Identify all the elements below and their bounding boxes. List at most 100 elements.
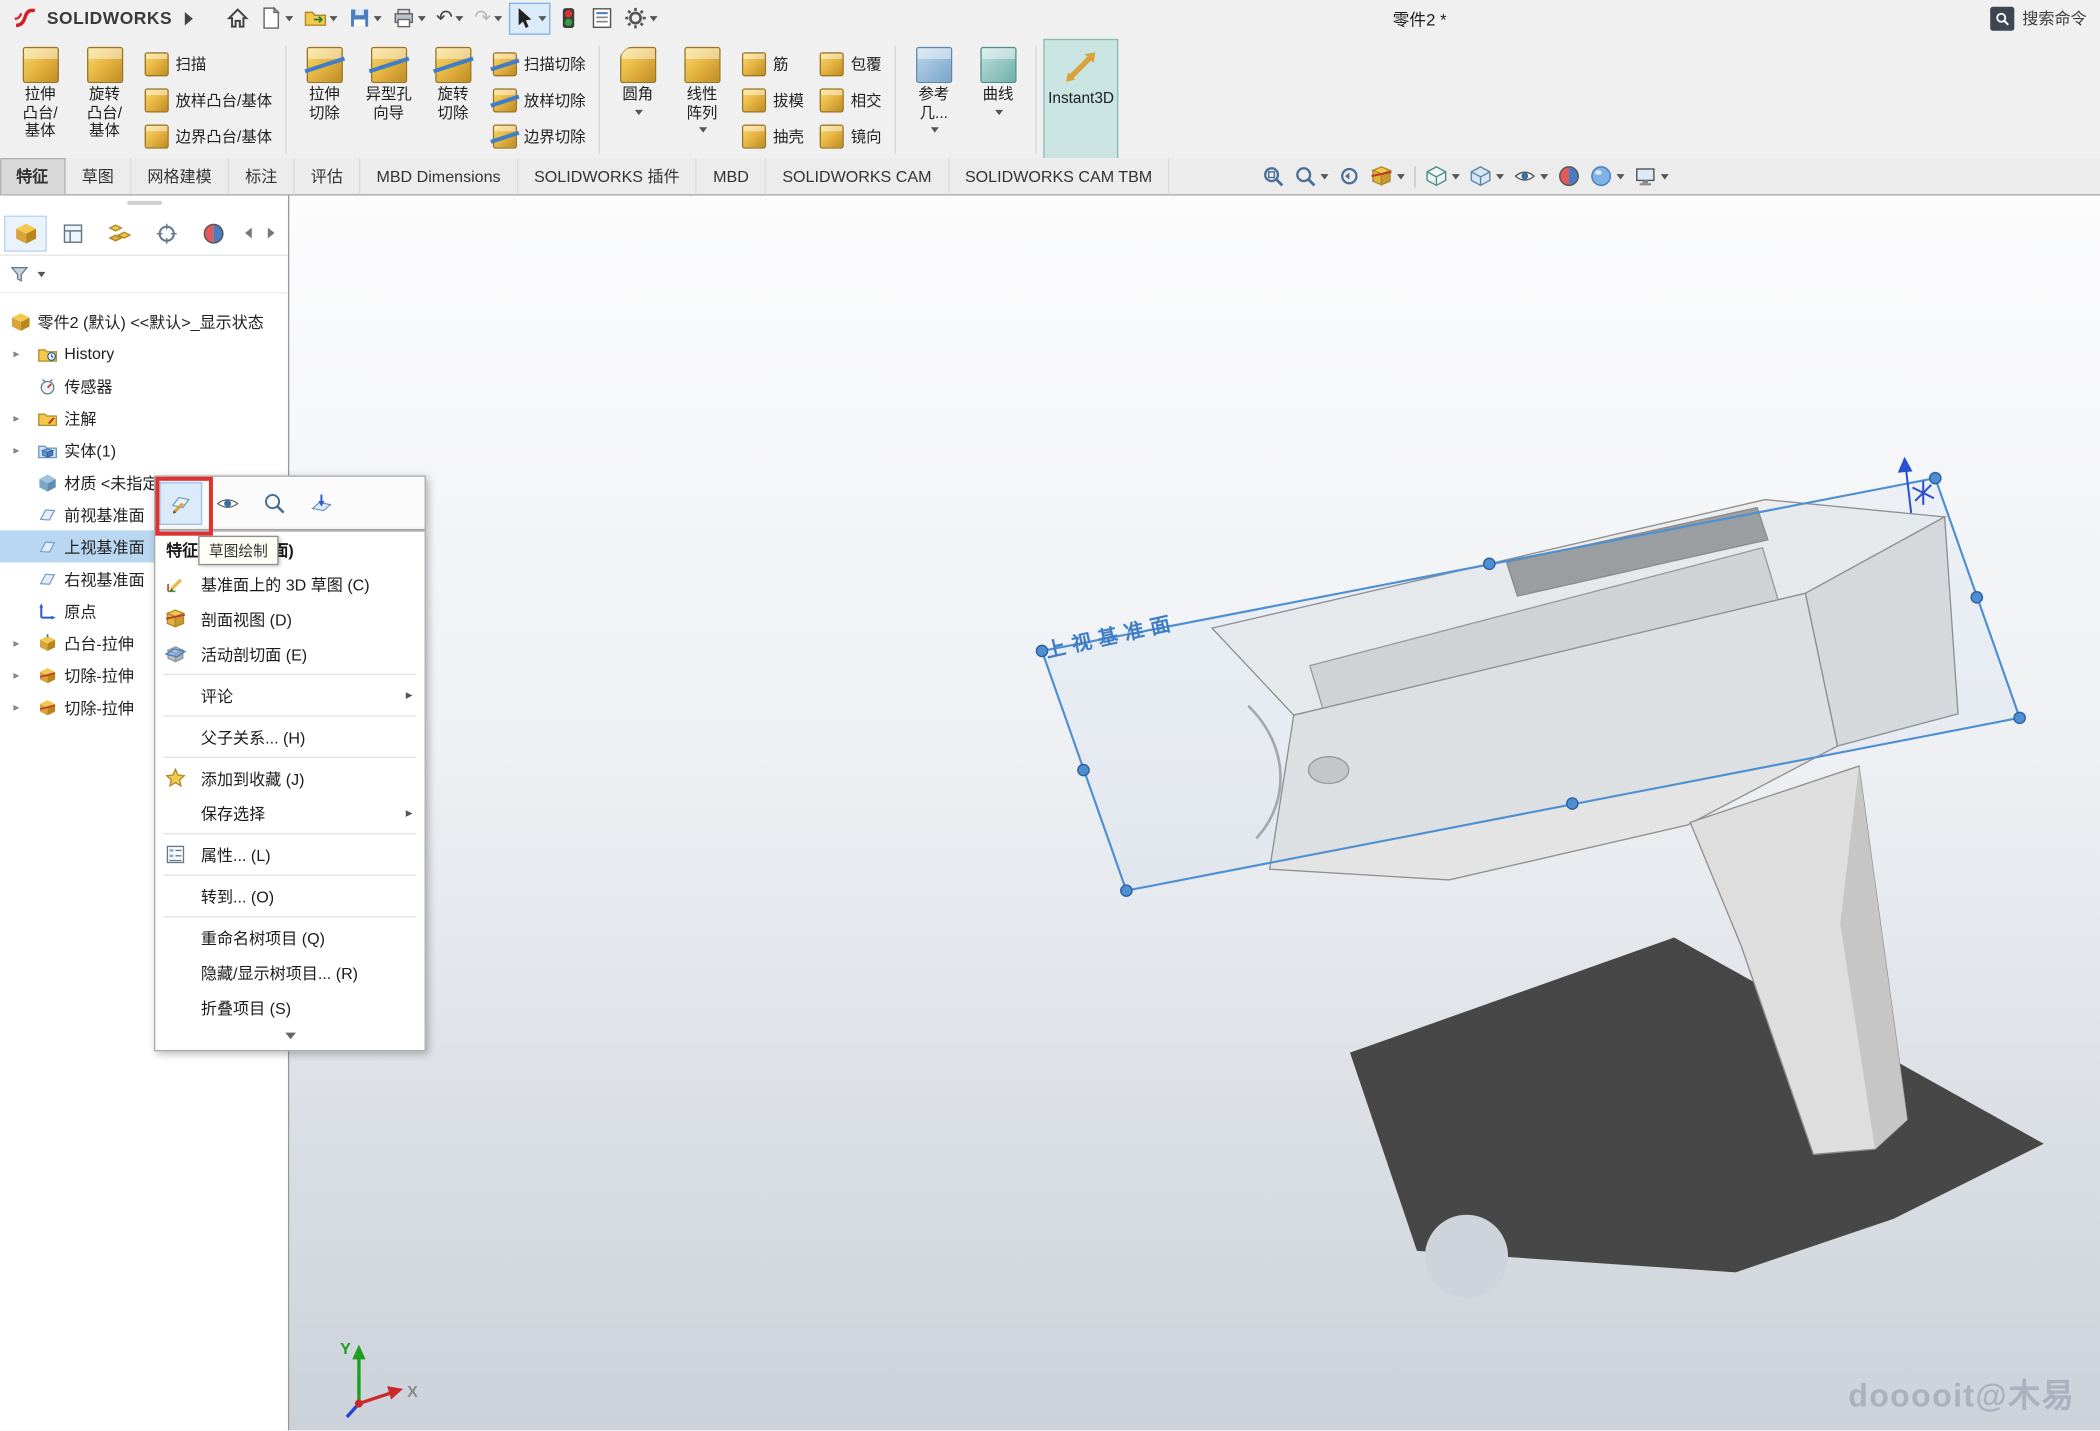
fillet-caret-icon[interactable] [635,109,643,114]
section-view-button[interactable] [1370,165,1405,188]
reference-geometry-button[interactable]: 参考 几... [903,39,965,161]
shell-button[interactable]: 抽壳 [736,119,811,154]
panel-grip[interactable] [0,194,288,211]
tree-item-solid-bodies[interactable]: 实体(1) [0,434,288,466]
menu-expand-chevron[interactable] [155,1025,424,1048]
rib-button[interactable]: 筋 [736,46,811,81]
expand-arrow-icon[interactable] [13,659,19,691]
home-button[interactable] [222,2,253,34]
panel-tabs-scroll-right[interactable] [261,215,280,251]
tab-solidworks-cam[interactable]: SOLIDWORKS CAM [766,158,949,194]
rebuild-button[interactable] [553,2,584,34]
expand-arrow-icon[interactable] [13,691,19,723]
featuremanager-tab[interactable] [4,215,47,251]
apply-scene-button[interactable] [1590,165,1625,188]
print-button[interactable] [388,2,430,34]
save-button[interactable] [344,2,386,34]
panel-tabs-scroll-left[interactable] [238,215,257,251]
lofted-boss-icon [145,88,169,112]
solidworks-window: SOLIDWORKS ↶ ↷ 零件2 * 搜索命令 拉伸 凸台/ 基体 旋转 凸… [0,0,2100,1430]
expand-arrow-icon[interactable] [13,434,19,466]
configurationmanager-tab[interactable] [98,215,141,251]
view-settings-button[interactable] [1634,165,1669,188]
menu-item-go-to[interactable]: 转到... (O) [155,879,424,914]
menu-item-add-to-favorites[interactable]: 添加到收藏 (J) [155,761,424,796]
tab-mesh-modeling[interactable]: 网格建模 [131,158,229,194]
normal-to-button[interactable] [300,481,343,524]
curves-caret-icon[interactable] [995,109,1003,114]
revolve-boss-button[interactable]: 旋转 凸台/ 基体 [74,39,136,161]
dimxpert-tab[interactable] [145,215,188,251]
new-file-button[interactable] [255,2,297,34]
tab-solidworks-cam-tbm[interactable]: SOLIDWORKS CAM TBM [949,158,1170,194]
display-style-button[interactable] [1469,165,1504,188]
extruded-cut-button[interactable]: 拉伸 切除 [294,39,356,161]
tree-item-history[interactable]: History [0,338,288,370]
edit-appearance-button[interactable] [1558,165,1581,188]
tab-mbd[interactable]: MBD [697,158,766,194]
tab-markup[interactable]: 标注 [229,158,295,194]
expand-arrow-icon[interactable] [13,402,19,434]
swept-cut-button[interactable]: 扫描切除 [486,46,592,81]
displaymanager-tab[interactable] [192,215,235,251]
view-orientation-button[interactable] [1425,165,1460,188]
zoom-fit-button[interactable] [1262,165,1285,188]
zoom-to-selection-button[interactable] [253,481,296,524]
linear-pattern-caret-icon[interactable] [699,127,707,132]
instant3d-button[interactable]: Instant3D [1044,39,1119,161]
propertymanager-tab[interactable] [51,215,94,251]
expand-arrow-icon[interactable] [13,627,19,659]
options-button[interactable] [620,2,662,34]
tab-mbd-dimensions[interactable]: MBD Dimensions [360,158,518,194]
lofted-boss-button[interactable]: 放样凸台/基体 [138,82,279,117]
linear-pattern-button[interactable]: 线性 阵列 [671,39,733,161]
cut-extrude-icon [38,665,58,685]
boundary-cut-button[interactable]: 边界切除 [486,119,592,154]
tab-sketch[interactable]: 草图 [66,158,132,194]
revolved-cut-button[interactable]: 旋转 切除 [422,39,484,161]
tab-solidworks-addins[interactable]: SOLIDWORKS 插件 [518,158,697,194]
previous-view-button[interactable] [1338,165,1361,188]
menu-item-rename-tree-item[interactable]: 重命名树项目 (Q) [155,920,424,955]
draft-button[interactable]: 拔模 [736,82,811,117]
tab-features[interactable]: 特征 [0,158,66,194]
expand-arrow-icon[interactable] [13,338,19,370]
redo-button[interactable]: ↷ [470,2,506,34]
zoom-area-button[interactable] [1294,165,1329,188]
tree-item-annotations[interactable]: 注解 [0,402,288,434]
tab-evaluate[interactable]: 评估 [295,158,361,194]
file-properties-button[interactable] [586,2,617,34]
menu-item-comment[interactable]: 评论 [155,678,424,713]
mirror-button[interactable]: 镜向 [813,119,888,154]
select-button[interactable] [509,2,551,34]
tree-filter[interactable] [0,256,288,294]
menu-item-3d-sketch-on-plane[interactable]: 基准面上的 3D 草图 (C) [155,567,424,602]
boundary-boss-button[interactable]: 边界凸台/基体 [138,119,279,154]
menu-item-save-selection[interactable]: 保存选择 [155,796,424,831]
filter-caret-icon[interactable] [38,271,46,276]
solidworks-logo-icon [13,7,40,28]
hole-wizard-button[interactable]: 异型孔 向导 [358,39,420,161]
brand-expand-icon[interactable] [184,11,192,24]
undo-button[interactable]: ↶ [432,2,468,34]
tree-item-part-root[interactable]: 零件2 (默认) <<默认>_显示状态 [0,305,288,337]
menu-item-live-section[interactable]: 活动剖切面 (E) [155,636,424,671]
tree-item-sensors[interactable]: 传感器 [0,370,288,402]
swept-boss-button[interactable]: 扫描 [138,46,279,81]
extrude-boss-button[interactable]: 拉伸 凸台/ 基体 [9,39,71,161]
curves-button[interactable]: 曲线 [967,39,1029,161]
lofted-cut-button[interactable]: 放样切除 [486,82,592,117]
hide-show-items-button[interactable] [1513,165,1548,188]
wrap-button[interactable]: 包覆 [813,46,888,81]
menu-item-properties[interactable]: 属性... (L) [155,837,424,872]
open-file-button[interactable] [299,2,341,34]
menu-item-section-view[interactable]: 剖面视图 (D) [155,601,424,636]
fillet-button[interactable]: 圆角 [607,39,669,161]
menu-item-hide-show-tree-items[interactable]: 隐藏/显示树项目... (R) [155,955,424,990]
reference-geometry-caret-icon[interactable] [931,127,939,132]
menu-item-parent-child[interactable]: 父子关系... (H) [155,719,424,754]
menu-item-collapse-items[interactable]: 折叠项目 (S) [155,990,424,1025]
search-command[interactable]: 搜索命令 [1990,6,2086,30]
wrap-icon [820,52,844,76]
intersect-button[interactable]: 相交 [813,82,888,117]
